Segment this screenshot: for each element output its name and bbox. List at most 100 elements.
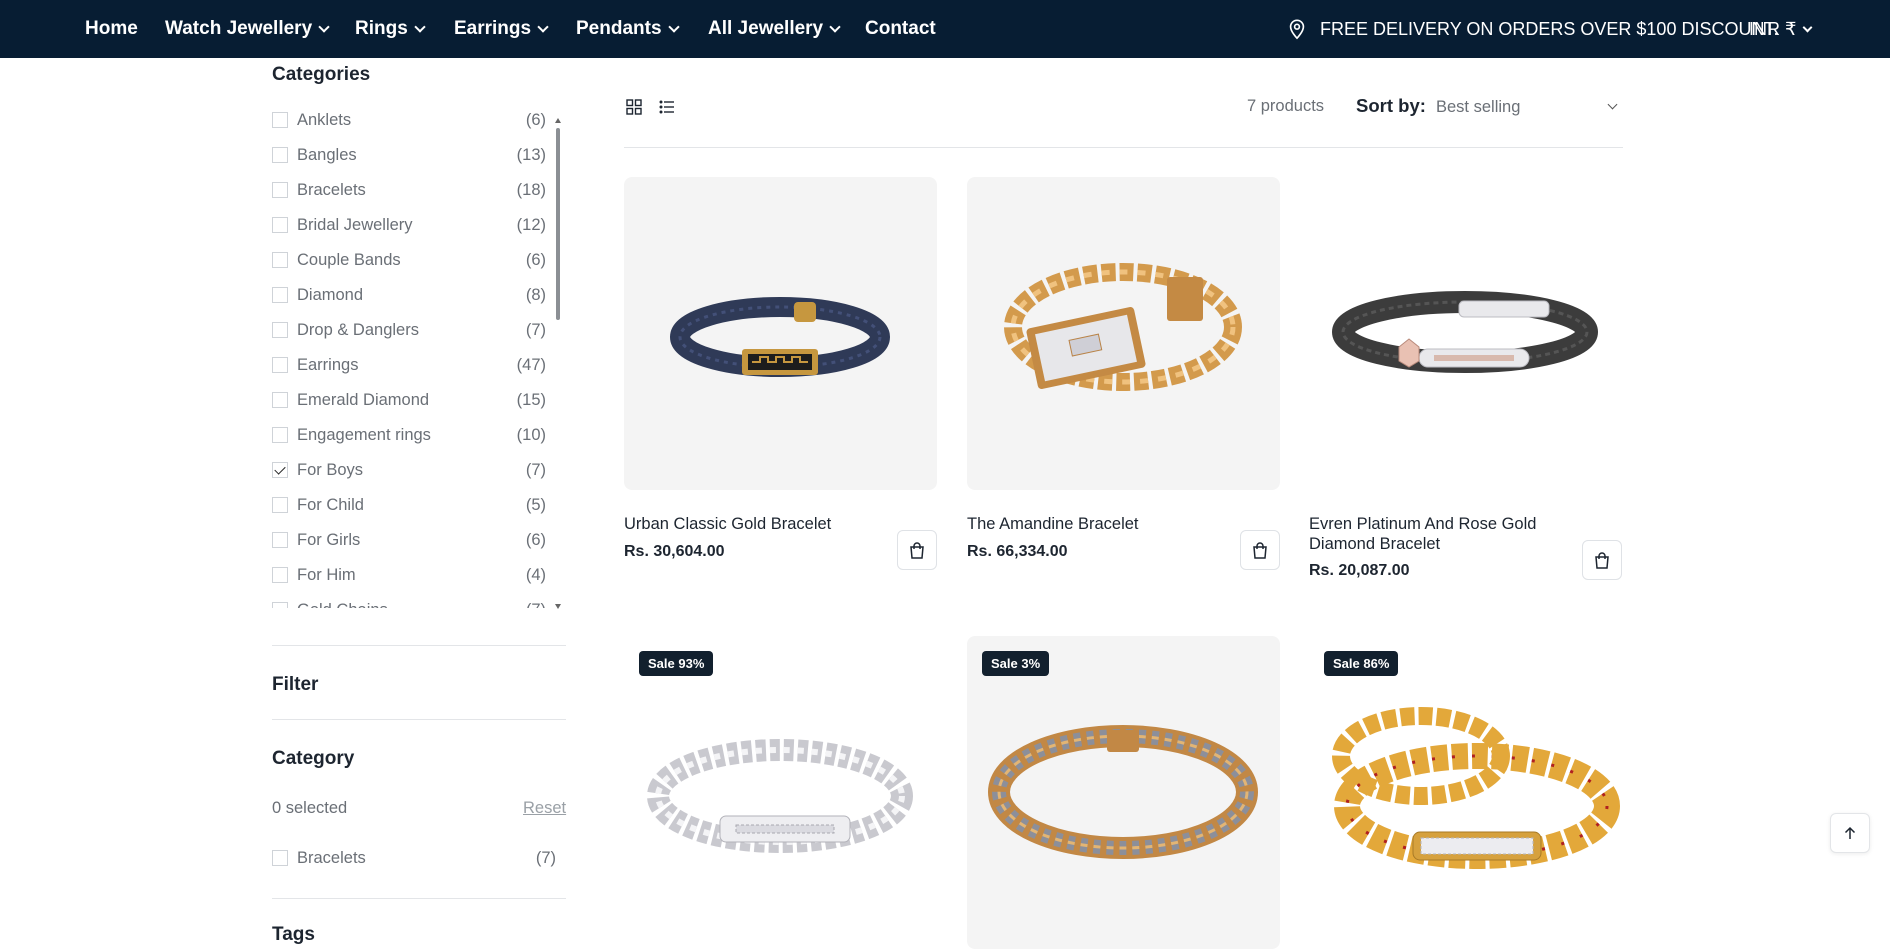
- category-checkbox[interactable]: [272, 567, 288, 583]
- category-item[interactable]: Engagement rings (10): [272, 423, 546, 447]
- chevron-down-icon: [829, 20, 841, 33]
- category-filter-bracelets[interactable]: Bracelets (7): [272, 846, 556, 870]
- category-checkbox[interactable]: [272, 497, 288, 513]
- tags-heading: Tags: [272, 924, 315, 945]
- chevron-down-icon: [318, 20, 330, 33]
- nav-pendants[interactable]: Pendants: [576, 0, 680, 58]
- category-item[interactable]: Anklets (6): [272, 108, 546, 132]
- category-checkbox[interactable]: [272, 217, 288, 233]
- nav-contact[interactable]: Contact: [865, 0, 936, 58]
- category-count: (18): [516, 180, 546, 199]
- category-checkbox[interactable]: [272, 357, 288, 373]
- sale-badge: Sale 3%: [982, 651, 1050, 676]
- category-checkbox[interactable]: [272, 252, 288, 268]
- location-pin-icon: [1289, 19, 1305, 40]
- category-item[interactable]: Drop & Danglers (7): [272, 318, 546, 342]
- category-count: (5): [525, 495, 546, 514]
- scrollbar-thumb[interactable]: [556, 128, 560, 320]
- add-to-cart-button[interactable]: [897, 530, 937, 570]
- category-label: Engagement rings: [297, 425, 431, 444]
- nav-rings[interactable]: Rings: [355, 0, 426, 58]
- category-checkbox[interactable]: [272, 427, 288, 443]
- category-label: Bridal Jewellery: [297, 215, 413, 234]
- nav-earrings[interactable]: Earrings: [454, 0, 549, 58]
- nav-pendants-label: Pendants: [576, 18, 662, 39]
- category-item[interactable]: For Child (5): [272, 493, 546, 517]
- nav-all-jewellery-label: All Jewellery: [708, 18, 824, 39]
- category-count: (6): [525, 250, 546, 269]
- category-scrollbar[interactable]: [555, 118, 562, 610]
- filter-heading: Filter: [272, 674, 319, 695]
- category-item[interactable]: Diamond (8): [272, 283, 546, 307]
- nav-home-label: Home: [85, 18, 138, 39]
- category-list[interactable]: Anklets (6) Bangles (13) Bracelets (18) Bridal…: [272, 108, 556, 608]
- shopping-bag-icon: [910, 541, 924, 559]
- product-price: Rs. 30,604.00: [624, 543, 725, 560]
- category-checkbox[interactable]: [272, 147, 288, 163]
- nav-home[interactable]: Home: [85, 0, 138, 58]
- back-to-top-button[interactable]: [1830, 813, 1870, 853]
- add-to-cart-button[interactable]: [1240, 530, 1280, 570]
- category-item[interactable]: Couple Bands (6): [272, 248, 546, 272]
- category-checkbox[interactable]: [272, 462, 288, 478]
- category-count: (7): [525, 320, 546, 339]
- divider: [272, 645, 566, 646]
- scroll-up-arrow-icon[interactable]: [555, 118, 561, 123]
- bracelets-checkbox[interactable]: [272, 850, 288, 866]
- shopping-bag-icon: [1595, 551, 1609, 569]
- chevron-down-icon: [537, 20, 549, 33]
- add-to-cart-button[interactable]: [1582, 540, 1622, 580]
- top-navigation: Home Watch Jewellery Rings Earrings Pend…: [0, 0, 1890, 58]
- category-filter-count: (7): [535, 848, 556, 867]
- category-label: Emerald Diamond: [297, 390, 430, 409]
- product-name[interactable]: Evren Platinum And Rose Gold Diamond Bra…: [1309, 514, 1559, 554]
- category-checkbox[interactable]: [272, 182, 288, 198]
- currency-label: INR ₹: [1749, 18, 1797, 39]
- chevron-down-icon: [667, 20, 680, 33]
- category-item[interactable]: For Boys (7): [272, 458, 546, 482]
- category-checkbox[interactable]: [272, 112, 288, 128]
- category-item[interactable]: Emerald Diamond (15): [272, 388, 546, 412]
- category-checkbox[interactable]: [272, 322, 288, 338]
- currency-selector[interactable]: INR ₹: [1749, 0, 1813, 58]
- category-label: Earrings: [297, 355, 359, 374]
- category-item[interactable]: Bracelets (18): [272, 178, 546, 202]
- promo-banner: FREE DELIVERY ON ORDERS OVER $100 DISCOU…: [1286, 0, 1778, 58]
- category-item[interactable]: For Girls (6): [272, 528, 546, 552]
- category-count: (6): [525, 110, 546, 129]
- product-image[interactable]: [624, 177, 937, 490]
- sort-select[interactable]: Best selling: [1436, 93, 1622, 121]
- category-checkbox[interactable]: [272, 602, 288, 608]
- category-item[interactable]: Gold Chains(7): [272, 598, 546, 608]
- reset-link[interactable]: Reset: [523, 799, 566, 818]
- nav-all-jewellery[interactable]: All Jewellery: [708, 0, 841, 58]
- category-item[interactable]: Bangles (13): [272, 143, 546, 167]
- product-image[interactable]: [1309, 177, 1622, 490]
- nav-watch-jewellery[interactable]: Watch Jewellery: [165, 0, 330, 58]
- category-item[interactable]: For Him (4): [272, 563, 546, 587]
- category-count: (7): [510, 601, 546, 609]
- category-label: Couple Bands: [297, 250, 401, 269]
- category-label: Bangles: [297, 145, 357, 164]
- product-image[interactable]: [1309, 636, 1622, 949]
- category-filter-heading: Category: [272, 748, 355, 769]
- product-image[interactable]: [967, 636, 1280, 949]
- category-checkbox[interactable]: [272, 532, 288, 548]
- category-count: (6): [525, 530, 546, 549]
- grid-view-icon[interactable]: [626, 99, 642, 115]
- category-count: (12): [516, 215, 546, 234]
- list-view-icon[interactable]: [659, 99, 675, 115]
- product-name[interactable]: The Amandine Bracelet: [967, 514, 1227, 534]
- product-image[interactable]: [967, 177, 1280, 490]
- product-image[interactable]: [624, 636, 937, 949]
- category-item[interactable]: Bridal Jewellery (12): [272, 213, 546, 237]
- category-checkbox[interactable]: [272, 287, 288, 303]
- category-item[interactable]: Earrings (47): [272, 353, 546, 377]
- category-count: (8): [525, 285, 546, 304]
- divider: [272, 719, 566, 720]
- scroll-down-arrow-icon[interactable]: [555, 604, 561, 609]
- category-checkbox[interactable]: [272, 392, 288, 408]
- product-name[interactable]: Urban Classic Gold Bracelet: [624, 514, 884, 534]
- sort-select-value: Best selling: [1436, 97, 1521, 116]
- product-price: Rs. 66,334.00: [967, 543, 1068, 560]
